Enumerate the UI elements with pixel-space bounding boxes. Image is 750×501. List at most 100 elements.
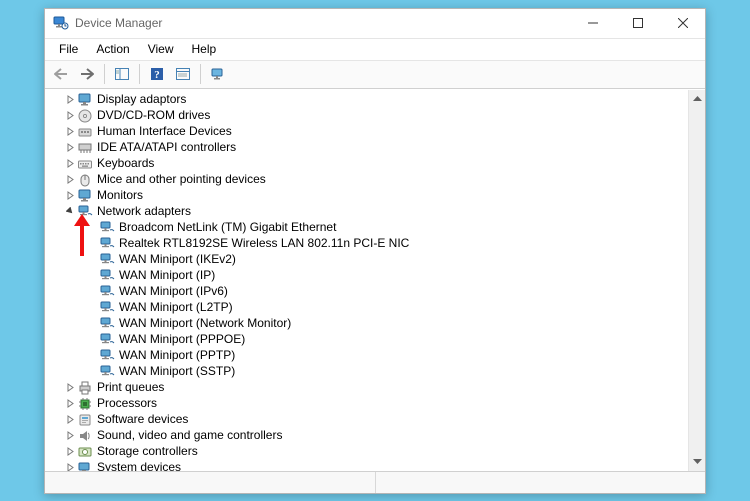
tree-category-cpu[interactable]: Processors — [63, 396, 688, 412]
scroll-down-button[interactable] — [689, 454, 705, 471]
tree-device[interactable]: Broadcom NetLink (TM) Gigabit Ethernet — [85, 220, 688, 236]
tree-device[interactable]: WAN Miniport (IPv6) — [85, 284, 688, 300]
tree-category-disc[interactable]: DVD/CD-ROM drives — [63, 108, 688, 124]
chevron-right-icon[interactable] — [63, 397, 77, 411]
device-manager-window: Device Manager File Action View Help — [44, 8, 706, 494]
tree-category-software[interactable]: Software devices — [63, 412, 688, 428]
tree-category-printer[interactable]: Print queues — [63, 380, 688, 396]
tree-device[interactable]: WAN Miniport (L2TP) — [85, 300, 688, 316]
tree-device[interactable]: WAN Miniport (Network Monitor) — [85, 316, 688, 332]
chevron-right-icon[interactable] — [63, 109, 77, 123]
menu-file[interactable]: File — [51, 40, 86, 58]
network-icon — [99, 236, 115, 252]
menu-help[interactable]: Help — [184, 40, 225, 58]
network-icon — [99, 252, 115, 268]
tree-item-label: Human Interface Devices — [96, 124, 232, 139]
scan-hardware-button[interactable] — [206, 63, 230, 85]
menubar: File Action View Help — [45, 39, 705, 61]
tree-category-network[interactable]: Network adapters — [63, 204, 688, 220]
chevron-right-icon[interactable] — [63, 381, 77, 395]
tree-device[interactable]: WAN Miniport (PPTP) — [85, 348, 688, 364]
network-icon — [99, 268, 115, 284]
titlebar[interactable]: Device Manager — [45, 9, 705, 39]
tree-category-monitor[interactable]: Display adaptors — [63, 92, 688, 108]
menu-action[interactable]: Action — [88, 40, 137, 58]
network-icon — [99, 220, 115, 236]
tree-item-label: IDE ATA/ATAPI controllers — [96, 140, 236, 155]
properties-button[interactable] — [171, 63, 195, 85]
tree-item-label: Software devices — [96, 412, 188, 427]
window-controls — [570, 9, 705, 38]
chevron-down-icon[interactable] — [63, 205, 77, 219]
network-icon — [99, 332, 115, 348]
tree-item-label: DVD/CD-ROM drives — [96, 108, 210, 123]
client-area: Display adaptorsDVD/CD-ROM drivesHuman I… — [45, 89, 705, 471]
tree-item-label: Network adapters — [96, 204, 191, 219]
tree-category-keyboard[interactable]: Keyboards — [63, 156, 688, 172]
storage-icon — [77, 444, 93, 460]
tree-category-hid[interactable]: Human Interface Devices — [63, 124, 688, 140]
system-icon — [77, 460, 93, 471]
tree-item-label: WAN Miniport (IP) — [118, 268, 215, 283]
tree-item-label: Processors — [96, 396, 157, 411]
tree-category-monitor[interactable]: Monitors — [63, 188, 688, 204]
device-tree[interactable]: Display adaptorsDVD/CD-ROM drivesHuman I… — [45, 90, 688, 471]
tree-device[interactable]: WAN Miniport (PPPOE) — [85, 332, 688, 348]
chevron-right-icon[interactable] — [63, 173, 77, 187]
tree-category-ide[interactable]: IDE ATA/ATAPI controllers — [63, 140, 688, 156]
network-icon — [99, 348, 115, 364]
status-pane-left — [45, 472, 376, 493]
toolbar-separator — [139, 64, 140, 84]
toolbar: ? — [45, 61, 705, 89]
toolbar-separator — [104, 64, 105, 84]
tree-device[interactable]: WAN Miniport (IP) — [85, 268, 688, 284]
back-button[interactable] — [49, 63, 73, 85]
chevron-right-icon[interactable] — [63, 429, 77, 443]
tree-device[interactable]: WAN Miniport (SSTP) — [85, 364, 688, 380]
chevron-right-icon[interactable] — [63, 461, 77, 471]
chevron-right-icon[interactable] — [63, 157, 77, 171]
menu-view[interactable]: View — [140, 40, 182, 58]
chevron-right-icon[interactable] — [63, 125, 77, 139]
keyboard-icon — [77, 156, 93, 172]
forward-button[interactable] — [75, 63, 99, 85]
chevron-right-icon[interactable] — [63, 93, 77, 107]
tree-item-label: Print queues — [96, 380, 164, 395]
disc-icon — [77, 108, 93, 124]
minimize-button[interactable] — [570, 9, 615, 38]
tree-category-sound[interactable]: Sound, video and game controllers — [63, 428, 688, 444]
close-button[interactable] — [660, 9, 705, 38]
tree-category-mouse[interactable]: Mice and other pointing devices — [63, 172, 688, 188]
network-icon — [99, 300, 115, 316]
chevron-right-icon[interactable] — [63, 189, 77, 203]
show-hide-tree-button[interactable] — [110, 63, 134, 85]
help-button[interactable]: ? — [145, 63, 169, 85]
app-icon — [53, 15, 69, 31]
tree-device[interactable]: WAN Miniport (IKEv2) — [85, 252, 688, 268]
tree-device[interactable]: Realtek RTL8192SE Wireless LAN 802.11n P… — [85, 236, 688, 252]
status-pane-right — [376, 472, 706, 493]
window-title: Device Manager — [75, 16, 162, 30]
tree-item-label: WAN Miniport (Network Monitor) — [118, 316, 291, 331]
tree-category-system[interactable]: System devices — [63, 460, 688, 471]
statusbar — [45, 471, 705, 493]
tree-item-label: Mice and other pointing devices — [96, 172, 266, 187]
network-icon — [99, 284, 115, 300]
tree-item-label: WAN Miniport (SSTP) — [118, 364, 235, 379]
network-icon — [99, 364, 115, 380]
monitor-icon — [77, 188, 93, 204]
tree-item-label: WAN Miniport (PPTP) — [118, 348, 235, 363]
vertical-scrollbar[interactable] — [688, 90, 705, 471]
chevron-right-icon[interactable] — [63, 445, 77, 459]
tree-item-label: Display adaptors — [96, 92, 186, 107]
tree-category-storage[interactable]: Storage controllers — [63, 444, 688, 460]
scroll-up-button[interactable] — [689, 90, 705, 107]
sound-icon — [77, 428, 93, 444]
maximize-button[interactable] — [615, 9, 660, 38]
network-icon — [99, 316, 115, 332]
tree-item-label: WAN Miniport (PPPOE) — [118, 332, 245, 347]
mouse-icon — [77, 172, 93, 188]
tree-item-label: Broadcom NetLink (TM) Gigabit Ethernet — [118, 220, 336, 235]
chevron-right-icon[interactable] — [63, 141, 77, 155]
chevron-right-icon[interactable] — [63, 413, 77, 427]
